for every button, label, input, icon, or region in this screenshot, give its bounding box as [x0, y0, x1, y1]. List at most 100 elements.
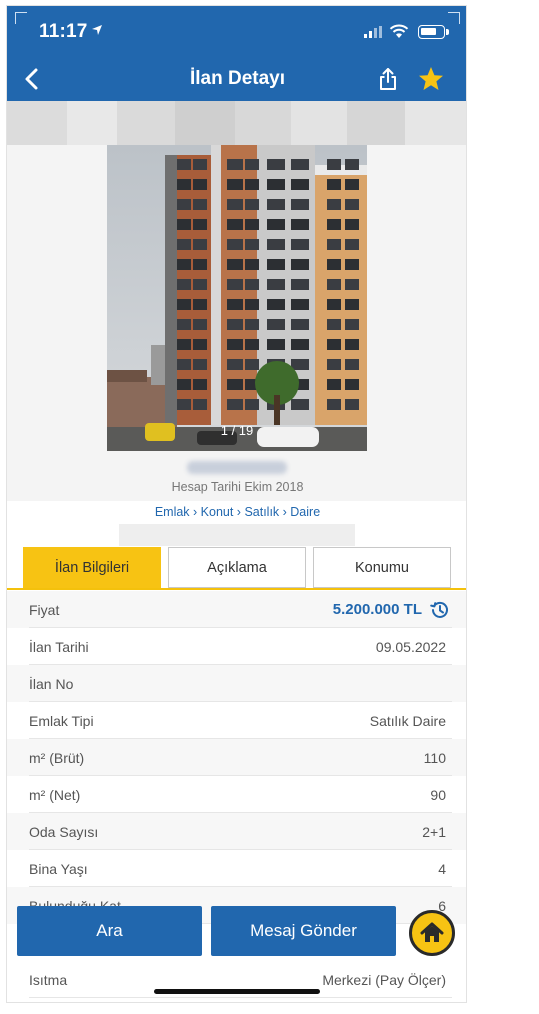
- building-window: [291, 339, 309, 350]
- building-window: [193, 179, 207, 190]
- building-window: [177, 199, 191, 210]
- building-window: [227, 379, 243, 390]
- building-window: [177, 159, 191, 170]
- price-history-icon[interactable]: [430, 600, 450, 620]
- tab-ilan-bilgileri[interactable]: İlan Bilgileri: [23, 547, 161, 588]
- building-window: [345, 279, 359, 290]
- info-row: İlan Tarihi 09.05.2022: [7, 628, 466, 665]
- building-window: [327, 279, 341, 290]
- building-window: [245, 199, 259, 210]
- info-label: İlan Tarihi: [29, 639, 89, 655]
- photo-gallery[interactable]: 1 / 19: [7, 145, 466, 451]
- building-window: [177, 179, 191, 190]
- favorite-star-icon[interactable]: [417, 65, 445, 93]
- building-window: [327, 379, 341, 390]
- building-window: [245, 279, 259, 290]
- tab-konumu[interactable]: Konumu: [313, 547, 451, 588]
- status-time: 11:17: [39, 21, 88, 42]
- seller-name-blurred: [187, 461, 287, 474]
- building-window: [193, 359, 207, 370]
- building-window: [345, 159, 359, 170]
- building-window: [267, 159, 285, 170]
- building-window: [267, 319, 285, 330]
- blurred-strip: [119, 524, 355, 546]
- building-window: [245, 319, 259, 330]
- building-window: [193, 199, 207, 210]
- send-message-button[interactable]: Mesaj Gönder: [211, 906, 396, 956]
- building-window: [291, 299, 309, 310]
- listing-photo[interactable]: 1 / 19: [107, 145, 367, 451]
- info-value: 2+1: [422, 824, 446, 840]
- building-window: [227, 239, 243, 250]
- building-window: [227, 279, 243, 290]
- info-label: Oda Sayısı: [29, 824, 99, 840]
- info-value: 4: [438, 861, 446, 877]
- building-window: [177, 319, 191, 330]
- building-window: [345, 339, 359, 350]
- building-window: [267, 219, 285, 230]
- building-window: [177, 219, 191, 230]
- building-window: [227, 219, 243, 230]
- home-indicator: [154, 989, 320, 994]
- info-row: İlan No: [7, 665, 466, 702]
- signal-icon: [364, 26, 382, 38]
- tab-bar: İlan Bilgileri Açıklama Konumu: [7, 547, 466, 590]
- call-button[interactable]: Ara: [17, 906, 202, 956]
- building-window: [267, 179, 285, 190]
- building-window: [291, 319, 309, 330]
- building-window: [345, 359, 359, 370]
- building-window: [227, 319, 243, 330]
- building-window: [245, 239, 259, 250]
- building-window: [267, 259, 285, 270]
- info-row-price: Fiyat 5.200.000 TL: [7, 591, 466, 628]
- blurred-banner: [7, 101, 466, 145]
- account-date: Hesap Tarihi Ekim 2018: [171, 480, 304, 494]
- info-value: 90: [430, 787, 446, 803]
- home-button[interactable]: [409, 910, 455, 956]
- building-window: [327, 399, 341, 410]
- building-window: [193, 259, 207, 270]
- building-window: [291, 219, 309, 230]
- building-window: [345, 239, 359, 250]
- info-label: Emlak Tipi: [29, 713, 94, 729]
- top-bar: 11:17 İlan Detayı: [7, 6, 466, 101]
- tab-aciklama[interactable]: Açıklama: [168, 547, 306, 588]
- building-window: [327, 339, 341, 350]
- info-label: İlan No: [29, 676, 74, 692]
- info-label: Fiyat: [29, 602, 60, 618]
- building-window: [193, 339, 207, 350]
- building-window: [345, 219, 359, 230]
- building-window: [245, 159, 259, 170]
- info-value: 110: [423, 750, 446, 766]
- building-window: [345, 399, 359, 410]
- building-window: [177, 239, 191, 250]
- building-window: [291, 199, 309, 210]
- breadcrumb[interactable]: Emlak › Konut › Satılık › Daire: [7, 505, 466, 519]
- building-window: [345, 379, 359, 390]
- building-window: [267, 199, 285, 210]
- location-arrow-icon: [92, 25, 102, 35]
- building-window: [267, 279, 285, 290]
- building-window: [245, 299, 259, 310]
- building-window: [245, 179, 259, 190]
- building-window: [345, 179, 359, 190]
- building-window: [245, 219, 259, 230]
- building-window: [193, 279, 207, 290]
- building-window: [227, 179, 243, 190]
- info-value: Satılık Daire: [369, 713, 446, 729]
- share-icon[interactable]: [377, 66, 399, 92]
- building-window: [227, 339, 243, 350]
- building-window: [177, 359, 191, 370]
- building-window: [227, 199, 243, 210]
- building-window: [193, 299, 207, 310]
- screen-corner-right: [448, 12, 460, 24]
- building-window: [327, 299, 341, 310]
- building-window: [291, 179, 309, 190]
- building-window: [227, 399, 243, 410]
- info-row: Oda Sayısı 2+1: [7, 813, 466, 850]
- info-label: Bina Yaşı: [29, 861, 88, 877]
- building-window: [345, 319, 359, 330]
- info-row: m² (Brüt) 110: [7, 739, 466, 776]
- building-window: [291, 359, 309, 370]
- building-window: [327, 239, 341, 250]
